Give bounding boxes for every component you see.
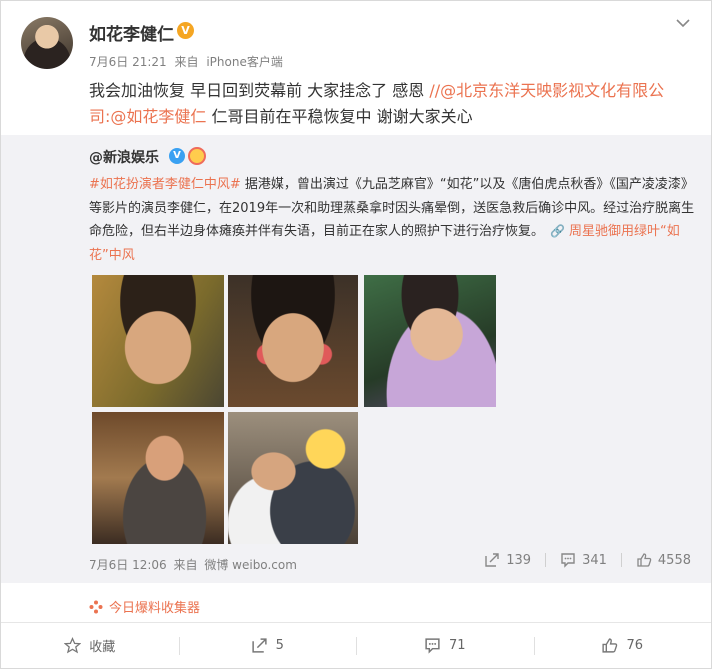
verified-badge-icon: V <box>177 22 194 39</box>
hashtag-link[interactable]: #如花扮演者李健仁中风# <box>89 177 241 192</box>
like-count: 76 <box>626 638 644 653</box>
repost-like-count: 4558 <box>657 552 691 568</box>
comment-count: 71 <box>448 638 466 653</box>
repost-repost-count: 139 <box>506 552 532 568</box>
repost-text: #如花扮演者李健仁中风# 据港媒，曾出演过《九品芝麻官》“如花”以及《唐伯虎点秋… <box>89 173 697 267</box>
star-icon <box>64 637 82 654</box>
flower-icon <box>89 600 103 613</box>
repost-meta: 7月6日 12:06 来自 微博 weibo.com <box>89 556 300 573</box>
photo-thumbnail[interactable] <box>92 275 224 407</box>
favorite-label: 收藏 <box>89 640 116 655</box>
repost-comment-button[interactable]: 341 <box>560 552 607 568</box>
post-source-prefix: 来自 <box>174 55 199 69</box>
like-button[interactable]: 76 <box>533 623 712 668</box>
photo-thumbnail[interactable] <box>228 275 358 407</box>
thumbs-up-icon <box>602 638 618 653</box>
repost-actions: 139 341 4558 <box>470 552 691 568</box>
post-text: 我会加油恢复 早日回到荧幕前 大家挂念了 感恩 //@北京东洋天映影视文化有限公… <box>89 78 693 130</box>
post-text-main: 我会加油恢复 早日回到荧幕前 大家挂念了 感恩 <box>89 81 430 100</box>
repost-date[interactable]: 7月6日 12:06 <box>89 558 167 572</box>
thumbs-up-icon <box>637 553 652 567</box>
repost-count: 5 <box>275 638 284 653</box>
mention-link-author[interactable]: @如花李健仁 <box>110 107 206 126</box>
comment-icon <box>561 553 575 568</box>
post-text-tail: 仁哥目前在平稳恢复中 谢谢大家关心 <box>206 107 473 126</box>
comment-icon <box>425 638 440 654</box>
author-name[interactable]: 如花李健仁 <box>89 20 174 45</box>
action-bar: 收藏 5 71 76 <box>1 622 711 668</box>
divider <box>620 553 622 567</box>
favorite-button[interactable]: 收藏 <box>1 623 179 668</box>
repost-repost-button[interactable]: 139 <box>484 552 531 568</box>
post-meta: 7月6日 21:21 来自 iPhone客户端 <box>89 53 287 70</box>
blue-verified-icon: V <box>169 148 185 164</box>
share-icon <box>485 553 499 567</box>
repost-block: @新浪娱乐 V #如花扮演者李健仁中风# 据港媒，曾出演过《九品芝麻官》“如花”… <box>1 135 711 583</box>
photo-thumbnail[interactable] <box>228 412 358 544</box>
post-date[interactable]: 7月6日 21:21 <box>89 55 167 69</box>
photo-thumbnail[interactable] <box>92 412 224 544</box>
repost-source-prefix: 来自 <box>173 558 198 572</box>
member-badge-icon <box>188 147 206 165</box>
comment-button[interactable]: 71 <box>356 623 534 668</box>
post-source[interactable]: iPhone客户端 <box>206 55 283 69</box>
share-icon <box>251 638 267 653</box>
collector-link[interactable]: 今日爆料收集器 <box>89 597 200 616</box>
link-icon: 🔗 <box>550 224 565 238</box>
repost-author[interactable]: @新浪娱乐 <box>89 147 159 167</box>
chevron-down-icon[interactable] <box>675 15 691 31</box>
repost-like-button[interactable]: 4558 <box>636 552 691 568</box>
weibo-post-card: 如花李健仁 V 7月6日 21:21 来自 iPhone客户端 我会加油恢复 早… <box>0 0 712 669</box>
collector-label: 今日爆料收集器 <box>109 601 201 616</box>
author-avatar[interactable] <box>21 17 73 69</box>
photo-thumbnail[interactable] <box>364 275 496 407</box>
divider <box>545 553 547 567</box>
repost-button[interactable]: 5 <box>178 623 357 668</box>
repost-comment-count: 341 <box>582 552 607 568</box>
repost-source[interactable]: 微博 weibo.com <box>204 558 297 572</box>
